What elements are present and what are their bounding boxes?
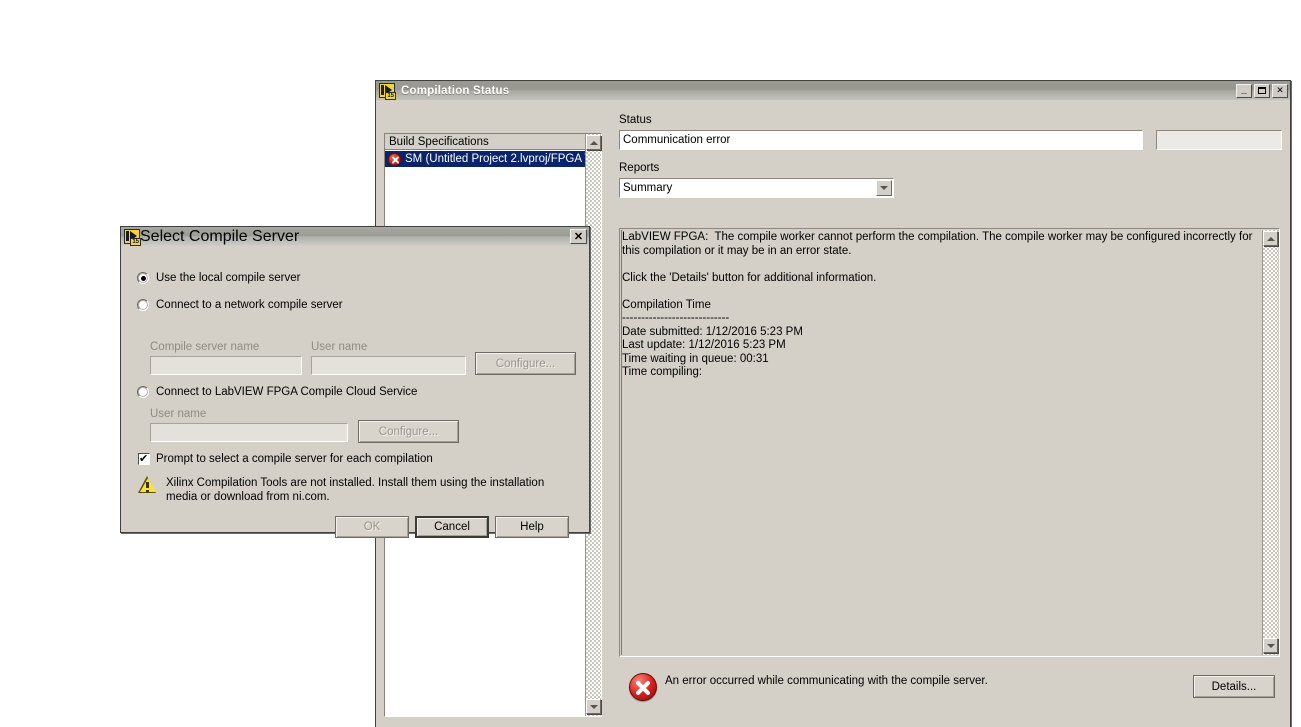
chevron-down-icon[interactable] — [876, 180, 892, 196]
error-bar: An error occurred while communicating wi… — [619, 663, 1280, 725]
status-field[interactable]: Communication error — [619, 130, 1143, 150]
ok-button[interactable]: OK — [335, 516, 409, 538]
close-icon: ✕ — [573, 231, 584, 243]
labview-icon: 15 — [124, 229, 141, 246]
screen: 15 Compilation Status _ ✕ Build Specific… — [0, 0, 1301, 727]
reports-selected-value: Summary — [623, 182, 673, 194]
labview-icon-version: 15 — [130, 238, 141, 246]
cancel-button[interactable]: Cancel — [415, 516, 489, 538]
report-scroll-up-button[interactable] — [1263, 231, 1278, 246]
labview-icon-version: 15 — [385, 92, 396, 100]
prompt-select-checkbox[interactable]: Prompt to select a compile server for ea… — [138, 452, 433, 466]
cloud-user-name-input[interactable] — [150, 423, 348, 442]
progress-field — [1156, 130, 1282, 150]
status-label: Status — [619, 114, 652, 126]
labview-icon: 15 — [379, 83, 396, 100]
network-configure-button[interactable]: Configure... — [475, 352, 576, 375]
select-compile-server-body: Use the local compile server Connect to … — [121, 246, 589, 538]
cloud-configure-button[interactable]: Configure... — [358, 420, 459, 443]
select-compile-server-titlebar[interactable]: 15 Select Compile Server ✕ — [121, 227, 589, 246]
warning-icon — [138, 476, 157, 493]
cloud-user-name-label: User name — [150, 408, 207, 420]
report-text: LabVIEW FPGA: The compile worker cannot … — [622, 231, 1253, 378]
details-button[interactable]: Details... — [1193, 675, 1275, 698]
list-item-label: SM (Untitled Project 2.lvproj/FPGA Tar — [405, 153, 585, 165]
close-button[interactable]: ✕ — [570, 229, 587, 244]
radio-local-label: Use the local compile server — [156, 272, 301, 284]
report-textarea[interactable]: LabVIEW FPGA: The compile worker cannot … — [619, 228, 1280, 657]
radio-icon[interactable] — [137, 386, 149, 398]
radio-icon[interactable] — [137, 272, 149, 284]
dialog-title: Select Compile Server — [140, 227, 300, 245]
compilation-details-pane: Status Communication error Reports Summa… — [619, 100, 1282, 727]
maximize-icon — [1255, 85, 1269, 97]
compilation-status-titlebar[interactable]: 15 Compilation Status _ ✕ — [376, 81, 1290, 100]
build-specifications-header-label: Build Specifications — [389, 135, 489, 148]
build-specifications-header: Build Specifications — [385, 134, 601, 150]
maximize-button[interactable] — [1254, 83, 1270, 98]
warning-message: Xilinx Compilation Tools are not install… — [138, 476, 576, 504]
reports-select[interactable]: Summary — [619, 178, 894, 198]
report-scroll-down-button[interactable] — [1263, 638, 1278, 653]
prompt-select-label: Prompt to select a compile server for ea… — [156, 453, 433, 465]
scroll-down-button[interactable] — [586, 699, 601, 714]
reports-label: Reports — [619, 162, 660, 174]
error-message: An error occurred while communicating wi… — [665, 675, 988, 687]
minimize-icon: _ — [1241, 83, 1247, 95]
help-button[interactable]: Help — [495, 516, 569, 538]
radio-cloud-label: Connect to LabVIEW FPGA Compile Cloud Se… — [156, 386, 418, 398]
status-value: Communication error — [623, 134, 731, 146]
radio-network-label: Connect to a network compile server — [156, 299, 343, 311]
compile-server-name-label: Compile server name — [150, 341, 260, 353]
close-button[interactable]: ✕ — [1272, 83, 1288, 98]
select-compile-server-dialog: 15 Select Compile Server ✕ Use the local… — [120, 226, 590, 538]
scroll-up-button[interactable] — [586, 135, 601, 150]
checkbox-icon[interactable] — [138, 452, 150, 466]
close-icon: ✕ — [1276, 85, 1284, 95]
network-user-name-label: User name — [311, 341, 368, 353]
radio-network-compile-server[interactable]: Connect to a network compile server — [137, 299, 343, 311]
error-icon — [629, 673, 657, 701]
window-title: Compilation Status — [401, 84, 510, 97]
radio-icon[interactable] — [137, 299, 149, 311]
warning-text: Xilinx Compilation Tools are not install… — [166, 477, 545, 503]
table-row[interactable]: SM (Untitled Project 2.lvproj/FPGA Tar — [385, 151, 585, 167]
report-scrollbar[interactable] — [1262, 230, 1278, 655]
radio-local-compile-server[interactable]: Use the local compile server — [137, 272, 300, 284]
compile-server-name-input[interactable] — [150, 356, 302, 375]
network-user-name-input[interactable] — [311, 356, 466, 375]
radio-cloud-compile-service[interactable]: Connect to LabVIEW FPGA Compile Cloud Se… — [137, 386, 417, 398]
minimize-button[interactable]: _ — [1236, 83, 1252, 98]
error-icon — [388, 152, 401, 166]
